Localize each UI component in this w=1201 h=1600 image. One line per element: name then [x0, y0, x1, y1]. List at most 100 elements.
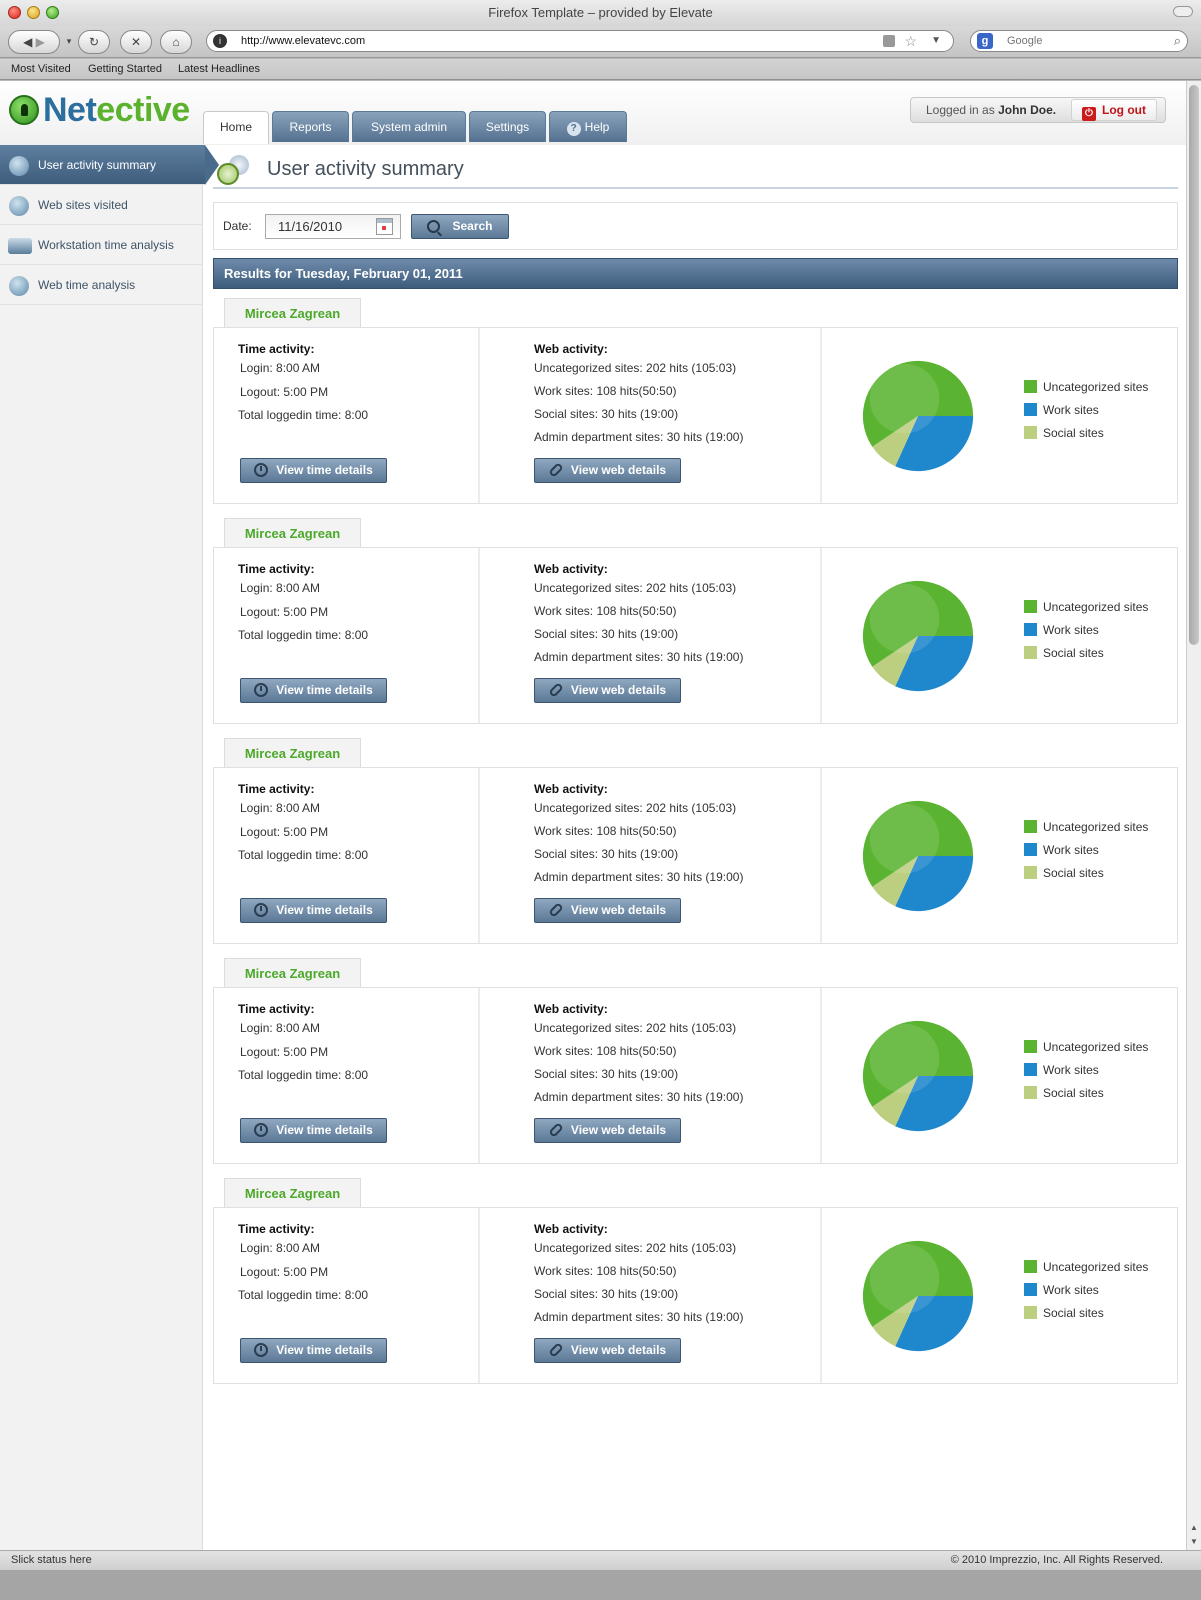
close-window-button[interactable]	[8, 6, 21, 19]
view-web-details-button[interactable]: View web details	[534, 1338, 681, 1363]
time-activity-heading: Time activity:	[238, 342, 315, 356]
search-icon	[427, 220, 441, 233]
web-stat-admin: Admin department sites: 30 hits (19:00)	[534, 1090, 744, 1104]
bookmarks-toolbar: Most Visited Getting Started Latest Head…	[0, 59, 1201, 80]
time-activity-panel: Time activity: Login: 8:00 AM Logout: 5:…	[214, 548, 480, 723]
bookmark-latest-headlines[interactable]: Latest Headlines	[178, 63, 260, 75]
view-time-details-button[interactable]: View time details	[240, 678, 387, 703]
view-web-details-button[interactable]: View web details	[534, 1118, 681, 1143]
tab-help[interactable]: ? Help	[549, 111, 627, 142]
user-record: Mircea Zagrean Time activity: Login: 8:0…	[213, 738, 1178, 948]
tab-home[interactable]: Home	[203, 111, 269, 144]
tab-system-admin[interactable]: System admin	[352, 111, 466, 142]
forward-arrow-icon: ▶	[35, 35, 45, 49]
back-forward-button[interactable]: ◀ ▶	[8, 30, 60, 54]
total-logged-in-time: Total loggedin time: 8:00	[238, 1068, 369, 1082]
legend-item: Social sites	[1024, 426, 1104, 442]
total-logged-in-time: Total loggedin time: 8:00	[238, 848, 369, 862]
search-bar[interactable]: g ⌕	[970, 30, 1188, 52]
view-time-details-button[interactable]: View time details	[240, 458, 387, 483]
view-web-details-button[interactable]: View web details	[534, 678, 681, 703]
web-activity-panel: Web activity: Uncategorized sites: 202 h…	[482, 328, 822, 503]
view-time-details-button[interactable]: View time details	[240, 1338, 387, 1363]
login-time: Login: 8:00 AM	[240, 581, 321, 595]
legend-item: Social sites	[1024, 866, 1104, 882]
logo-text: Netective	[43, 91, 190, 129]
legend-swatch-uncategorized	[1024, 1260, 1037, 1273]
link-icon	[548, 1122, 564, 1138]
logged-in-user: John Doe.	[998, 103, 1057, 117]
web-activity-panel: Web activity: Uncategorized sites: 202 h…	[482, 548, 822, 723]
legend-item: Work sites	[1024, 623, 1099, 639]
legend-item: Uncategorized sites	[1024, 1040, 1148, 1056]
user-name-tab[interactable]: Mircea Zagrean	[224, 738, 361, 768]
date-filter: Date: 11/16/2010 Search	[213, 202, 1178, 250]
minimize-window-button[interactable]	[27, 6, 40, 19]
address-bar[interactable]: i http://www.elevatevc.com ☆ ▼	[206, 30, 954, 52]
total-logged-in-time: Total loggedin time: 8:00	[238, 408, 369, 422]
chart-panel: Uncategorized sites Work sites Social si…	[824, 548, 1177, 723]
user-name-tab[interactable]: Mircea Zagrean	[224, 298, 361, 328]
tab-reports[interactable]: Reports	[272, 111, 349, 142]
scroll-down-icon[interactable]: ▼	[1190, 1537, 1198, 1546]
clock-icon	[254, 463, 269, 477]
logout-time: Logout: 5:00 PM	[240, 1265, 329, 1279]
legend-swatch-work	[1024, 1283, 1037, 1296]
web-stat-admin: Admin department sites: 30 hits (19:00)	[534, 650, 744, 664]
search-engine-icon[interactable]: g	[977, 33, 993, 49]
search-input[interactable]	[1007, 33, 1157, 49]
search-button[interactable]: Search	[411, 214, 509, 239]
user-name-tab[interactable]: Mircea Zagrean	[224, 958, 361, 988]
web-stat-uncategorized: Uncategorized sites: 202 hits (105:03)	[534, 581, 737, 595]
app-header: Netective Home Reports System admin Sett…	[0, 81, 1186, 145]
web-stat-social: Social sites: 30 hits (19:00)	[534, 1067, 679, 1081]
page-title: User activity summary	[267, 158, 464, 180]
view-time-details-button[interactable]: View time details	[240, 898, 387, 923]
zoom-window-button[interactable]	[46, 6, 59, 19]
history-dropdown-icon[interactable]: ▾	[63, 30, 75, 54]
scroll-up-icon[interactable]: ▲	[1190, 1523, 1198, 1532]
sidebar-item-label: Web time analysis	[38, 278, 136, 292]
legend-item: Uncategorized sites	[1024, 820, 1148, 836]
bookmark-getting-started[interactable]: Getting Started	[88, 63, 162, 75]
tab-settings[interactable]: Settings	[469, 111, 546, 142]
legend-swatch-work	[1024, 623, 1037, 636]
status-bar: Slick status here © 2010 Imprezzio, Inc.…	[0, 1550, 1201, 1570]
home-button[interactable]: ⌂	[160, 30, 192, 54]
calendar-icon[interactable]	[376, 218, 393, 235]
page-scrollbar[interactable]: ▲ ▼	[1186, 81, 1201, 1550]
sidebar-item-web-sites-visited[interactable]: Web sites visited	[0, 185, 203, 225]
web-page: Netective Home Reports System admin Sett…	[0, 81, 1186, 1550]
sidebar-item-user-activity-summary[interactable]: User activity summary	[0, 145, 219, 185]
legend-item: Uncategorized sites	[1024, 1260, 1148, 1276]
url-text[interactable]: http://www.elevatevc.com	[241, 31, 365, 51]
results-header: Results for Tuesday, February 01, 2011	[213, 258, 1178, 289]
legend-swatch-work	[1024, 843, 1037, 856]
site-identity-icon[interactable]: i	[213, 34, 227, 48]
chart-panel: Uncategorized sites Work sites Social si…	[824, 328, 1177, 503]
view-web-details-button[interactable]: View web details	[534, 458, 681, 483]
user-name-tab[interactable]: Mircea Zagrean	[224, 1178, 361, 1208]
web-activity-panel: Web activity: Uncategorized sites: 202 h…	[482, 768, 822, 943]
login-time: Login: 8:00 AM	[240, 1241, 321, 1255]
view-web-details-button[interactable]: View web details	[534, 898, 681, 923]
reload-button[interactable]: ↻	[78, 30, 110, 54]
url-dropdown-icon[interactable]: ▼	[931, 31, 941, 51]
toolbar-toggle-button[interactable]	[1173, 6, 1193, 17]
search-icon[interactable]: ⌕	[1174, 33, 1181, 49]
users-icon	[9, 156, 29, 176]
logout-button[interactable]: ⏻ Log out	[1071, 99, 1157, 121]
bookmark-star-icon[interactable]: ☆	[904, 31, 917, 51]
sidebar-item-workstation-time-analysis[interactable]: Workstation time analysis	[0, 225, 203, 265]
rss-icon[interactable]	[883, 35, 895, 47]
scrollbar-thumb[interactable]	[1189, 85, 1199, 645]
stop-button[interactable]: ✕	[120, 30, 152, 54]
bookmark-most-visited[interactable]: Most Visited	[11, 63, 71, 75]
user-name-tab[interactable]: Mircea Zagrean	[224, 518, 361, 548]
total-logged-in-time: Total loggedin time: 8:00	[238, 628, 369, 642]
sidebar-item-web-time-analysis[interactable]: Web time analysis	[0, 265, 203, 305]
view-time-details-button[interactable]: View time details	[240, 1118, 387, 1143]
login-time: Login: 8:00 AM	[240, 801, 321, 815]
legend-swatch-social	[1024, 646, 1037, 659]
web-stat-work: Work sites: 108 hits(50:50)	[534, 824, 677, 838]
